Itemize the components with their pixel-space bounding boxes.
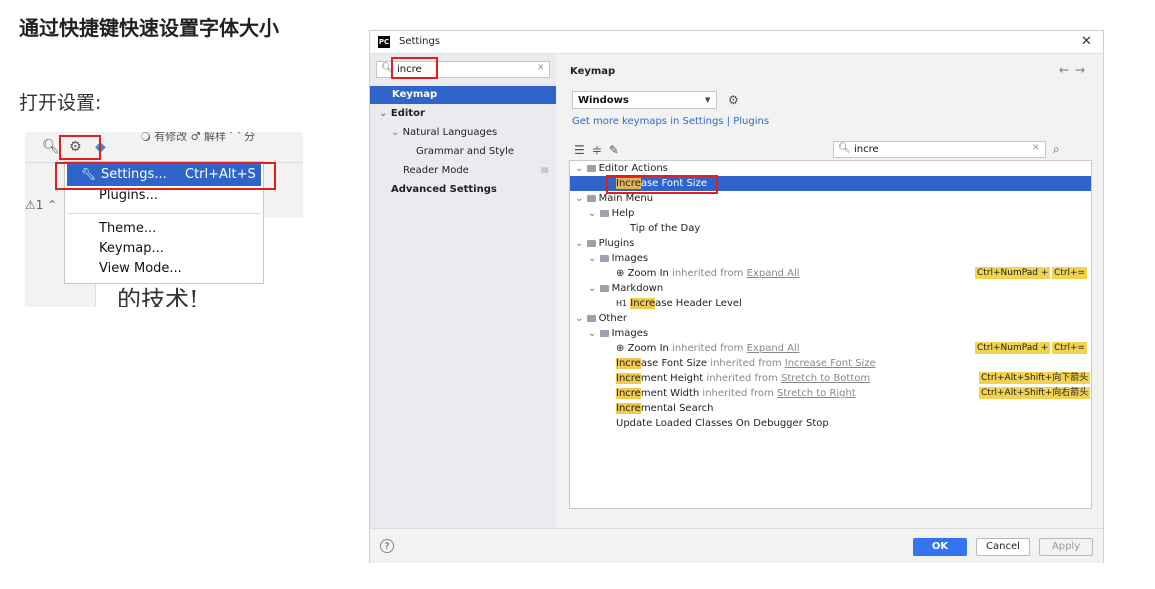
article-title: 通过快捷键快速设置字体大小	[19, 16, 279, 40]
sidebar-item-keymap-label: Keymap	[392, 89, 438, 100]
ide-top-text: 🔾 有修改 ♂ 解样 ⌒ 分	[141, 132, 255, 143]
tree-row-tip-of-the-day[interactable]: Tip of the Day	[570, 221, 1091, 236]
dialog-title: Settings	[399, 36, 441, 47]
sidebar-item-grammar[interactable]: Grammar and Style	[416, 146, 514, 157]
tree-row-increment-width[interactable]: Increment Width inherited from Stretch t…	[570, 386, 1091, 401]
folder-icon	[599, 210, 609, 217]
settings-dialog: PC Settings ✕ 🔍︎ incre ✕ Keymap ⌄ Editor…	[369, 30, 1104, 563]
folder-icon	[586, 315, 596, 322]
tree-row-help[interactable]: ⌄ Help	[570, 206, 1091, 221]
tree-row-plugins[interactable]: ⌄ Plugins	[570, 236, 1091, 251]
apply-button[interactable]: Apply	[1039, 538, 1093, 556]
help-icon[interactable]: ?	[380, 539, 394, 553]
shortcut-badge: Ctrl+Alt+Shift+向右箭头	[979, 387, 1091, 399]
chevron-down-icon: ⌄	[588, 253, 600, 264]
shortcut-badge: Ctrl+NumPad +	[975, 342, 1051, 354]
folder-icon	[599, 285, 609, 292]
keymap-search-value: incre	[854, 144, 879, 155]
chevron-down-icon: ⌄	[588, 328, 600, 339]
menu-item-plugins[interactable]: Plugins...	[99, 188, 158, 203]
menu-item-view-mode[interactable]: View Mode...	[99, 261, 182, 276]
shortcut-badge: Ctrl+NumPad +	[975, 267, 1051, 279]
chevron-down-icon: ⌄	[575, 193, 587, 204]
chevron-down-icon: ⌄	[575, 313, 587, 324]
expand-all-icon[interactable]: ☰	[574, 143, 592, 157]
tree-row-incremental-search[interactable]: Incremental Search	[570, 401, 1091, 416]
gear-highlight-box	[59, 135, 101, 160]
tree-toolbar: ☰≑✎	[574, 143, 626, 157]
pycharm-logo: PC	[378, 36, 390, 48]
folder-icon	[586, 165, 596, 172]
ok-button[interactable]: OK	[913, 538, 967, 556]
folder-icon	[599, 330, 609, 337]
find-shortcut-icon[interactable]: ⌕	[1053, 142, 1060, 157]
search-icon: 🔍︎	[838, 143, 851, 154]
folder-icon	[599, 255, 609, 262]
tree-row-increase-header-level[interactable]: H1 Increase Header Level	[570, 296, 1091, 311]
dialog-footer: ? OK Cancel Apply	[370, 528, 1103, 563]
close-icon[interactable]: ✕	[1081, 34, 1092, 49]
edit-icon[interactable]: ✎	[609, 143, 626, 157]
folder-icon	[586, 195, 596, 202]
selected-row-highlight-box	[606, 175, 718, 194]
ide-snippet: 🔍︎ ⚙ ◆ 🔾 有修改 ♂ 解样 ⌒ 分 ⚠1 ⌃ 的技术! 🔧︎ Setti…	[25, 132, 303, 307]
sidebar-item-reader-mode[interactable]: Reader Mode	[403, 165, 469, 176]
tree-row-increase-font-size-2[interactable]: Increase Font Size inherited from Increa…	[570, 356, 1091, 371]
sidebar-item-keymap[interactable]: Keymap	[370, 86, 556, 104]
search-highlight-box	[391, 57, 438, 79]
chevron-down-icon: ⌄	[379, 108, 391, 119]
tree-row-zoom-in[interactable]: ⊕ Zoom In inherited from Expand All Ctrl…	[570, 266, 1091, 281]
chevron-down-icon: ⌄	[575, 163, 587, 174]
nav-arrows[interactable]: ←→	[1059, 63, 1091, 77]
shortcut-badge: Ctrl+Alt+Shift+向下箭头	[979, 372, 1091, 384]
chevron-down-icon: ⌄	[575, 238, 587, 249]
page-title: Keymap	[570, 66, 616, 77]
shortcut-badge: Ctrl+=	[1052, 342, 1088, 354]
cancel-button[interactable]: Cancel	[976, 538, 1030, 556]
chevron-down-icon: ⌄	[588, 208, 600, 219]
dialog-titlebar: PC Settings ✕	[370, 31, 1103, 54]
keymap-scheme-select[interactable]: Windows ▼	[572, 91, 717, 109]
editor-text: 的技术!	[117, 286, 199, 307]
tree-row-update-loaded-classes[interactable]: Update Loaded Classes On Debugger Stop	[570, 416, 1091, 431]
clear-icon[interactable]: ✕	[1032, 143, 1040, 153]
zoom-in-icon: ⊕	[616, 268, 628, 279]
chevron-down-icon: ⌄	[391, 127, 403, 138]
more-keymaps-link[interactable]: Get more keymaps in Settings | Plugins	[572, 116, 769, 127]
clear-icon[interactable]: ✕	[537, 63, 545, 73]
settings-sidebar: 🔍︎ incre ✕ Keymap ⌄ Editor ⌄ Natural Lan…	[370, 54, 556, 528]
sidebar-item-advanced[interactable]: Advanced Settings	[391, 184, 497, 195]
h1-icon: H1	[616, 299, 628, 308]
project-scope-icon: ▤	[541, 165, 549, 174]
keymap-panel: Keymap ←→ Windows ▼ ⚙ Get more keymaps i…	[556, 54, 1103, 528]
warning-indicator[interactable]: ⚠1 ⌃	[25, 198, 57, 212]
search-icon[interactable]: 🔍︎	[42, 139, 60, 155]
open-settings-text: 打开设置:	[19, 92, 102, 114]
tree-row-images[interactable]: ⌄ Images	[570, 251, 1091, 266]
menu-item-theme[interactable]: Theme...	[99, 221, 156, 236]
folder-icon	[586, 240, 596, 247]
keymap-search-input[interactable]: 🔍︎ incre ✕	[833, 141, 1046, 158]
tree-row-other[interactable]: ⌄ Other	[570, 311, 1091, 326]
gear-icon[interactable]: ⚙	[728, 93, 739, 107]
tree-row-zoom-in-2[interactable]: ⊕ Zoom In inherited from Expand All Ctrl…	[570, 341, 1091, 356]
tree-row-images-2[interactable]: ⌄ Images	[570, 326, 1091, 341]
shortcut-badge: Ctrl+=	[1052, 267, 1088, 279]
keymap-scheme-value: Windows	[578, 95, 629, 106]
tree-row-editor-actions[interactable]: ⌄ Editor Actions	[570, 161, 1091, 176]
keymap-tree: ⌄ Editor Actions Increase Font Size ⌄ Ma…	[569, 160, 1092, 509]
chevron-down-icon: ▼	[705, 96, 711, 104]
sidebar-item-editor[interactable]: ⌄ Editor	[379, 108, 425, 119]
zoom-in-icon: ⊕	[616, 343, 628, 354]
tree-row-increment-height[interactable]: Increment Height inherited from Stretch …	[570, 371, 1091, 386]
tree-row-markdown[interactable]: ⌄ Markdown	[570, 281, 1091, 296]
chevron-down-icon: ⌄	[588, 283, 600, 294]
sidebar-item-natural-languages[interactable]: ⌄ Natural Languages	[391, 127, 497, 138]
menu-item-keymap[interactable]: Keymap...	[99, 241, 164, 256]
collapse-all-icon[interactable]: ≑	[592, 143, 609, 157]
settings-highlight-box	[55, 162, 276, 190]
menu-separator	[67, 213, 261, 214]
